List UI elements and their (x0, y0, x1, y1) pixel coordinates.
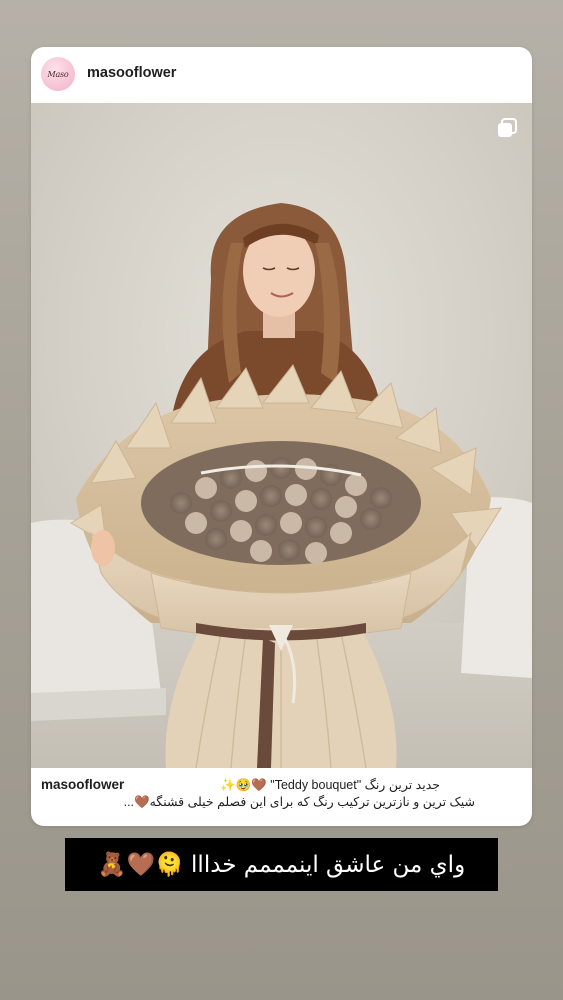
story-text-sticker[interactable]: واي من عاشق اينمممم خدااا 🫠🤎🧸 (65, 838, 498, 891)
caption-line-2: شیک ترین و نازترین ترکیب رنگ که برای این… (123, 795, 475, 809)
caption-username[interactable]: masooflower (41, 776, 124, 793)
avatar-logo: Maso (47, 69, 69, 79)
shared-post-card[interactable]: Maso masooflower masooflower جدید ترین ر… (31, 47, 532, 826)
profile-avatar[interactable]: Maso (41, 57, 75, 91)
multiple-images-icon (498, 118, 517, 137)
post-photo[interactable] (31, 103, 532, 768)
bouquet-photo-illustration (31, 103, 532, 768)
post-username[interactable]: masooflower (87, 65, 176, 81)
sticker-text: واي من عاشق اينمممم خدااا 🫠🤎🧸 (97, 852, 466, 878)
post-header: Maso masooflower (31, 47, 532, 103)
caption-line-1: جدید ترین رنگ "Teddy bouquet" 🤎🥹✨ (220, 778, 440, 792)
